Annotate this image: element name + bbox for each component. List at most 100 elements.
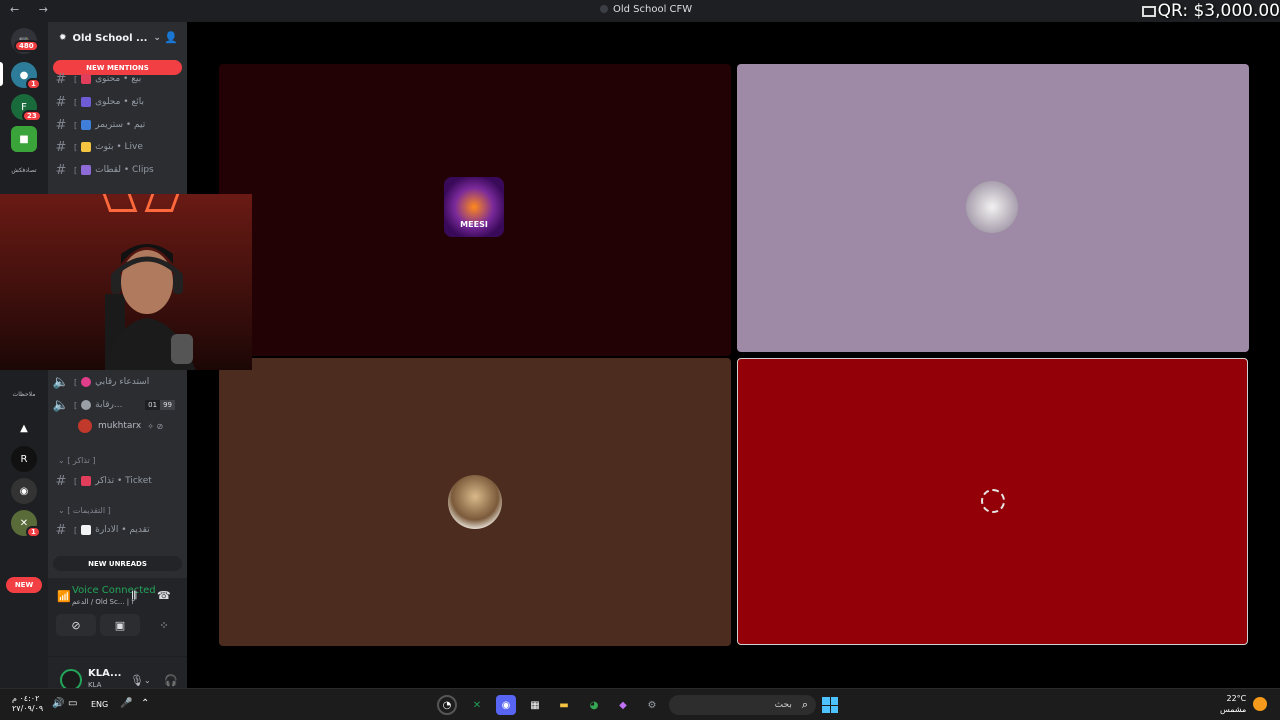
category-apply[interactable]: ⌄ [ التقديمات ] (58, 506, 111, 515)
avatar (78, 419, 92, 433)
app-obs-icon[interactable]: ◔ (437, 695, 457, 715)
chevron-down-icon[interactable]: ⌄ (144, 676, 151, 685)
temperature: 22°C (1226, 694, 1247, 703)
screen-share-icon: ▣ (114, 618, 126, 632)
server-header[interactable]: ✹ Old School ... ⌄ 👤 (48, 22, 187, 54)
app-excel-icon[interactable]: ✕ (467, 695, 487, 715)
signal-icon[interactable]: 📶 (57, 590, 71, 603)
bracket: [ (74, 476, 78, 486)
voice-connected-title[interactable]: Voice Connected (72, 585, 156, 596)
server-badge-6: 1 (26, 526, 41, 538)
qr-icon (1141, 5, 1156, 17)
avatar-label: MEESI (460, 220, 488, 229)
app-copilot-icon[interactable]: ◆ (613, 695, 633, 715)
volume-icon[interactable]: 🔊 (52, 698, 64, 709)
app-store-icon[interactable]: ▦ (525, 695, 545, 715)
server-name: Old School ... (72, 32, 148, 44)
app-explorer-icon[interactable]: ▬ (554, 695, 574, 715)
chevron-up-icon[interactable]: ⌃ (141, 698, 149, 709)
rail-label-2[interactable]: ملاحظات (4, 391, 44, 398)
server-icon-5[interactable]: ◉ (11, 478, 37, 504)
participant-tile-speaking[interactable] (737, 358, 1248, 645)
channel-label: بيع • محتوى (95, 74, 142, 84)
participant-avatar: MEESI (444, 177, 504, 237)
participant-tile[interactable] (737, 64, 1249, 352)
channel-item[interactable]: # [تقديم • الادارة (48, 520, 187, 540)
app-settings-icon[interactable]: ⚙ (642, 695, 662, 715)
bracket: [ (74, 165, 78, 175)
nav-arrows[interactable]: ← → (10, 3, 56, 16)
bracket: [ (74, 377, 78, 387)
participant-tile[interactable]: MEESI (219, 64, 731, 356)
hash-icon: # (55, 94, 67, 110)
server-icon (600, 5, 608, 13)
voice-stage: MEESI (187, 22, 1280, 688)
microphone-icon[interactable]: 🎙 (130, 674, 144, 687)
language-indicator[interactable]: ENG (91, 700, 108, 709)
channel-label: تذاكر • Ticket (95, 476, 152, 486)
search-icon: ⌕ (801, 698, 808, 711)
new-pill[interactable]: NEW (6, 577, 42, 593)
server-icon-4[interactable]: R (11, 446, 37, 472)
voice-channel-subtitle[interactable]: الدعم / Old Sc... | ۲ (72, 598, 135, 606)
hash-icon: # (55, 117, 67, 133)
user-limit: 99 (160, 400, 175, 410)
bell-icon (81, 142, 92, 152)
add-user-icon[interactable]: 👤 (164, 31, 178, 44)
voice-user[interactable]: mukhtarx ✧ ⊘ (78, 419, 163, 433)
channel-item[interactable]: # [تيم • ستريمر (48, 115, 187, 135)
server-status-icon: ✹ (59, 33, 67, 43)
channel-item[interactable]: # [بائع • محلوى (48, 92, 187, 112)
channel-item[interactable]: # [بثوث • Live (48, 137, 187, 157)
channel-label: تقديم • الادارة (95, 525, 150, 535)
minecraft-server-icon[interactable]: ■ (11, 126, 37, 152)
category-label: [ التقديمات ] (67, 506, 111, 515)
server-icon-3[interactable]: ▲ (11, 415, 37, 441)
hash-icon: # (55, 522, 67, 538)
channel-emoji-icon (81, 377, 92, 387)
screen: ← → Old School CFW QR: $3,000.00 🎮 480 ●… (0, 0, 1280, 720)
channel-item[interactable]: # [تذاكر • Ticket (48, 471, 187, 491)
headphones-icon[interactable]: 🎧 (164, 674, 178, 687)
channel-item[interactable]: # [بيع • محتوى (48, 69, 187, 89)
participant-tile[interactable] (219, 358, 731, 646)
category-tickets[interactable]: ⌄ [ تذاكر ] (58, 456, 95, 465)
donation-overlay: QR: $3,000.00 (1141, 0, 1280, 22)
hash-icon: # (55, 139, 67, 155)
weather-widget[interactable]: 22°C مشمس (1220, 693, 1246, 715)
voice-panel: 📶 Voice Connected الدعم / Old Sc... | ۲ … (48, 578, 187, 656)
network-icon[interactable]: ▭ (68, 698, 77, 709)
app-chrome-icon[interactable]: ◕ (584, 695, 604, 715)
title-bar: ← → Old School CFW QR: $3,000.00 (0, 0, 1280, 22)
new-unreads-pill[interactable]: NEW UNREADS (53, 556, 182, 571)
rail-label-1[interactable]: تصادفكش (4, 167, 44, 174)
speaker-icon: 🔈 (52, 374, 70, 390)
activities-button[interactable]: ⁘ (144, 614, 184, 636)
channel-emoji-icon (81, 165, 92, 175)
chevron-down-icon: ⌄ (153, 33, 161, 43)
disconnect-icon[interactable]: ☎ (157, 589, 171, 602)
deafened-icon: ✧ ⊘ (147, 421, 164, 431)
home-badge: 480 (14, 40, 39, 52)
participant-avatar (966, 181, 1018, 233)
bracket: [ (74, 74, 78, 84)
clock[interactable]: ٠٤:٠٢ م ٢٧/٠٩/٠٩ (12, 694, 43, 714)
bracket: [ (74, 142, 78, 152)
clock-icon (81, 400, 92, 410)
voice-channel-item[interactable]: 🔈 [استدعاء رقابي (48, 372, 187, 392)
donation-text: QR: $3,000.00 (1157, 1, 1280, 21)
bracket: [ (74, 400, 78, 410)
screen-share-button[interactable]: ▣ (100, 614, 140, 636)
chevron-down-icon: ⌄ (58, 506, 68, 515)
microphone-tray-icon[interactable]: 🎤 (120, 698, 132, 709)
channel-item[interactable]: # [لقطات • Clips (48, 160, 187, 180)
user-name[interactable]: KLA... (88, 668, 121, 679)
clock-time: ٠٤:٠٢ م (12, 694, 40, 703)
windows-start-icon[interactable] (822, 697, 838, 713)
app-discord-icon[interactable]: ◉ (496, 695, 516, 715)
camera-off-button[interactable]: ⊘ (56, 614, 96, 636)
taskbar-search[interactable]: بحث ⌕ (669, 695, 816, 715)
channel-label: رقابة... (95, 400, 123, 410)
ticket-icon (81, 476, 92, 486)
noise-suppression-icon[interactable]: 𝄃𝄃 (132, 589, 137, 603)
